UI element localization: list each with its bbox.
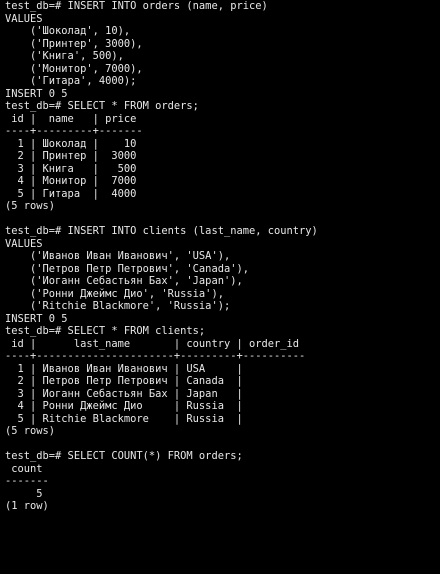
- terminal-line-text: test_db=# SELECT * FROM clients;: [5, 325, 206, 337]
- terminal-line: 3 | Книга | 500: [5, 162, 137, 175]
- terminal-line-text: ('Ritchie Blackmore', 'Russia');: [5, 300, 231, 312]
- terminal-line: id | name | price: [5, 112, 137, 125]
- terminal-line-text: ('Гитара', 4000);: [5, 75, 137, 87]
- terminal-line: VALUES: [5, 237, 43, 250]
- terminal-line: ('Принтер', 3000),: [5, 37, 143, 50]
- terminal-line: test_db=# SELECT COUNT(*) FROM orders;: [5, 450, 243, 462]
- terminal-line: 5: [5, 487, 43, 500]
- terminal-line: INSERT 0 5: [5, 312, 68, 325]
- terminal-line: ('Книга', 500),: [5, 50, 124, 62]
- terminal-line: 3 | Иоганн Себастьян Бах | Japan |: [5, 387, 243, 400]
- terminal-line: ('Гитара', 4000);: [5, 75, 440, 88]
- terminal-line-text: (1 row): [5, 500, 49, 512]
- terminal-line: id | last_name | country | order_id: [5, 337, 300, 350]
- terminal-line: test_db=# SELECT * FROM orders;: [5, 100, 440, 113]
- terminal-window[interactable]: test_db=# INSERT INTO orders (name, pric…: [0, 0, 440, 574]
- terminal-line: VALUES: [5, 12, 43, 25]
- terminal-line: test_db=# SELECT * FROM clients;: [5, 325, 440, 338]
- terminal-line: (1 row): [5, 500, 440, 513]
- terminal-line: ('Иванов Иван Иванович', 'USA'),: [5, 250, 231, 262]
- terminal-line: 4 | Ронни Джеймс Дио | Russia |: [5, 400, 243, 412]
- terminal-line: -------: [5, 475, 49, 487]
- terminal-line: 2 | Петров Петр Петрович | Canada |: [5, 375, 243, 387]
- terminal-line: count: [5, 462, 43, 475]
- terminal-line: ('Ронни Джеймс Дио', 'Russia'),: [5, 287, 224, 300]
- terminal-line: ('Шоколад', 10),: [5, 25, 131, 37]
- terminal-line: 1 | Иванов Иван Иванович | USA |: [5, 362, 243, 375]
- terminal-line-text: test_db=# SELECT * FROM orders;: [5, 100, 199, 112]
- terminal-line: test_db=# INSERT INTO orders (name, pric…: [5, 0, 268, 12]
- terminal-line: (5 rows): [5, 200, 56, 212]
- terminal-line: ----+----------------------+---------+--…: [5, 350, 306, 362]
- terminal-line: 1 | Шоколад | 10: [5, 137, 137, 150]
- terminal-line: 5 | Гитара | 4000: [5, 187, 137, 200]
- terminal-line: 2 | Принтер | 3000: [5, 150, 137, 162]
- terminal-line: 5 | Ritchie Blackmore | Russia |: [5, 412, 243, 425]
- terminal-line: ('Ritchie Blackmore', 'Russia');: [5, 300, 440, 313]
- terminal-line: ----+---------+-------: [5, 125, 143, 137]
- terminal-line: ('Монитор', 7000),: [5, 62, 143, 75]
- terminal-line: ('Петров Петр Петрович', 'Canada'),: [5, 262, 249, 275]
- terminal-line: ('Иоганн Себастьян Бах', 'Japan'),: [5, 275, 243, 287]
- terminal-line: test_db=# INSERT INTO clients (last_name…: [5, 225, 318, 237]
- terminal-line: 4 | Монитор | 7000: [5, 175, 137, 187]
- terminal-line: (5 rows): [5, 425, 56, 437]
- terminal-line: INSERT 0 5: [5, 87, 68, 100]
